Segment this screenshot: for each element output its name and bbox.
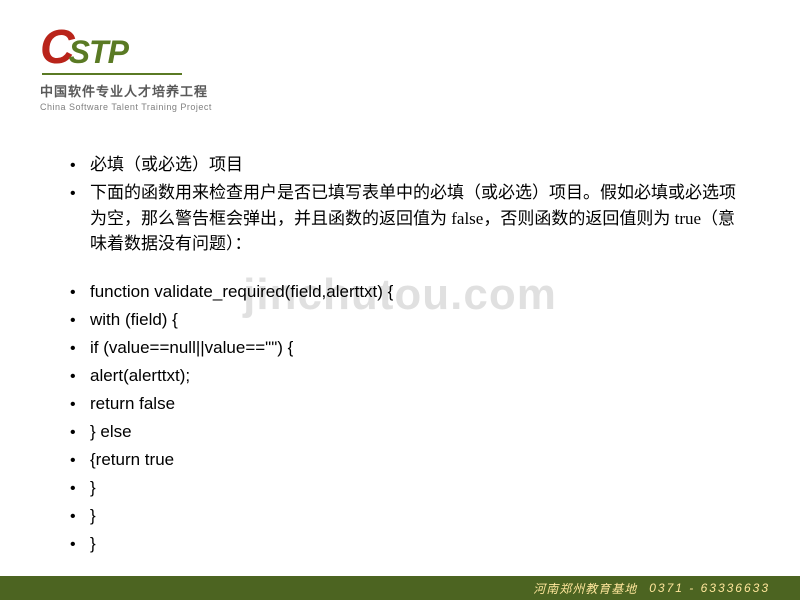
logo-english-text: China Software Talent Training Project (40, 102, 800, 112)
code-line: • if (value==null||value=="") { (70, 335, 740, 361)
code-text: {return true (90, 447, 174, 473)
bullet-item: • 必填（或必选）项目 (70, 152, 740, 178)
logo-chinese-text: 中国软件专业人才培养工程 (40, 81, 800, 100)
bullet-marker: • (70, 337, 90, 361)
bullet-marker: • (70, 182, 90, 206)
code-text: with (field) { (90, 307, 178, 333)
code-text: } (90, 503, 96, 529)
footer-location: 河南郑州教育基地 (533, 580, 637, 597)
code-line: • return false (70, 391, 740, 417)
bullet-marker: • (70, 365, 90, 389)
code-text: function validate_required(field,alerttx… (90, 279, 393, 305)
code-text: } (90, 531, 96, 557)
code-line: • with (field) { (70, 307, 740, 333)
bullet-text: 下面的函数用来检查用户是否已填写表单中的必填（或必选）项目。假如必填或必选项为空… (90, 180, 740, 257)
code-text: } (90, 475, 96, 501)
code-text: alert(alerttxt); (90, 363, 190, 389)
bullet-marker: • (70, 393, 90, 417)
bullet-marker: • (70, 505, 90, 529)
bullet-marker: • (70, 449, 90, 473)
bullet-marker: • (70, 281, 90, 305)
bullet-marker: • (70, 533, 90, 557)
code-line: • alert(alerttxt); (70, 363, 740, 389)
bullet-item: • 下面的函数用来检查用户是否已填写表单中的必填（或必选）项目。假如必填或必选项… (70, 180, 740, 257)
header: C STP 中国软件专业人才培养工程 China Software Talent… (0, 0, 800, 112)
code-line: • {return true (70, 447, 740, 473)
bullet-marker: • (70, 154, 90, 178)
footer: 河南郑州教育基地 0371 - 63336633 (0, 576, 800, 600)
code-line: • } (70, 503, 740, 529)
code-line: • } else (70, 419, 740, 445)
footer-phone: 0371 - 63336633 (649, 581, 770, 595)
code-text: } else (90, 419, 132, 445)
code-line: • function validate_required(field,alert… (70, 279, 740, 305)
code-line: • } (70, 475, 740, 501)
bullet-marker: • (70, 477, 90, 501)
bullet-text: 必填（或必选）项目 (90, 152, 243, 178)
bullet-marker: • (70, 309, 90, 333)
code-text: if (value==null||value=="") { (90, 335, 293, 361)
logo-letters-stp: STP (69, 34, 128, 71)
code-line: • } (70, 531, 740, 557)
code-text: return false (90, 391, 175, 417)
slide-content: • 必填（或必选）项目 • 下面的函数用来检查用户是否已填写表单中的必填（或必选… (0, 112, 800, 557)
bullet-marker: • (70, 421, 90, 445)
logo: C STP (40, 20, 800, 75)
